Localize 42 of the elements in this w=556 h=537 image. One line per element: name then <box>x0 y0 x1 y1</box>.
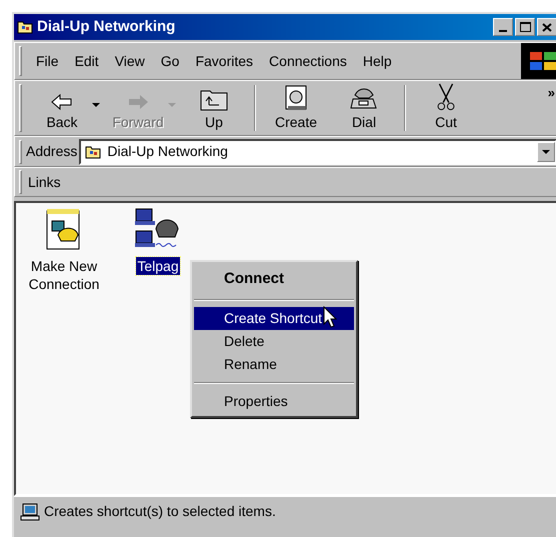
toolbar-button[interactable]: Dial <box>330 83 398 133</box>
menu-item[interactable]: Rename <box>194 353 354 376</box>
menu-item[interactable]: Go <box>154 50 186 72</box>
computer-icon <box>20 502 40 520</box>
right-arrow-icon <box>126 93 150 111</box>
menu-item[interactable]: Delete <box>194 330 354 353</box>
menu-item[interactable]: File <box>30 50 65 72</box>
close-button[interactable] <box>537 18 556 36</box>
left-arrow-icon <box>50 93 74 111</box>
menu-item[interactable]: Connections <box>263 50 353 72</box>
toolbar-button[interactable]: Create <box>262 83 330 133</box>
folder-icon <box>85 144 102 158</box>
toolbar-button[interactable]: Back <box>28 83 96 133</box>
menu-item[interactable]: Connect <box>194 265 354 293</box>
caret-icon <box>542 150 550 154</box>
folder-icon <box>17 20 33 34</box>
address-label: Address <box>26 142 78 161</box>
maximize-button[interactable] <box>515 18 535 36</box>
address-field[interactable]: Dial-Up Networking <box>79 138 556 164</box>
file-label[interactable]: Telpag <box>136 257 180 275</box>
scissors-icon <box>435 83 457 111</box>
menu-item[interactable]: Create Shortcut <box>194 307 354 330</box>
menu-item[interactable]: Favorites <box>189 50 260 72</box>
dropdown-arrow-icon <box>168 103 176 107</box>
minimize-button[interactable] <box>493 18 513 36</box>
more-chevron[interactable]: » <box>548 83 555 102</box>
window-title: Dial-Up Networking <box>37 16 176 37</box>
status-text: Creates shortcut(s) to selected items. <box>44 502 276 521</box>
mouse-pointer-icon <box>323 306 337 328</box>
file-label[interactable]: Make New Connection <box>22 257 106 293</box>
dropdown-button[interactable] <box>537 142 555 162</box>
menu-item[interactable]: Edit <box>68 50 105 72</box>
close-icon <box>542 22 552 32</box>
menu-item[interactable]: View <box>108 50 151 72</box>
links-label[interactable]: Links <box>28 172 61 192</box>
toolbar-button[interactable]: Up <box>180 83 248 133</box>
menu-item[interactable]: Help <box>356 50 398 72</box>
windows-logo-icon <box>521 43 556 79</box>
menu-item[interactable]: Properties <box>194 390 354 413</box>
modem-page-icon <box>284 85 308 111</box>
toolbar-button[interactable]: Cut <box>412 83 480 133</box>
dropdown-arrow-icon <box>92 103 100 107</box>
